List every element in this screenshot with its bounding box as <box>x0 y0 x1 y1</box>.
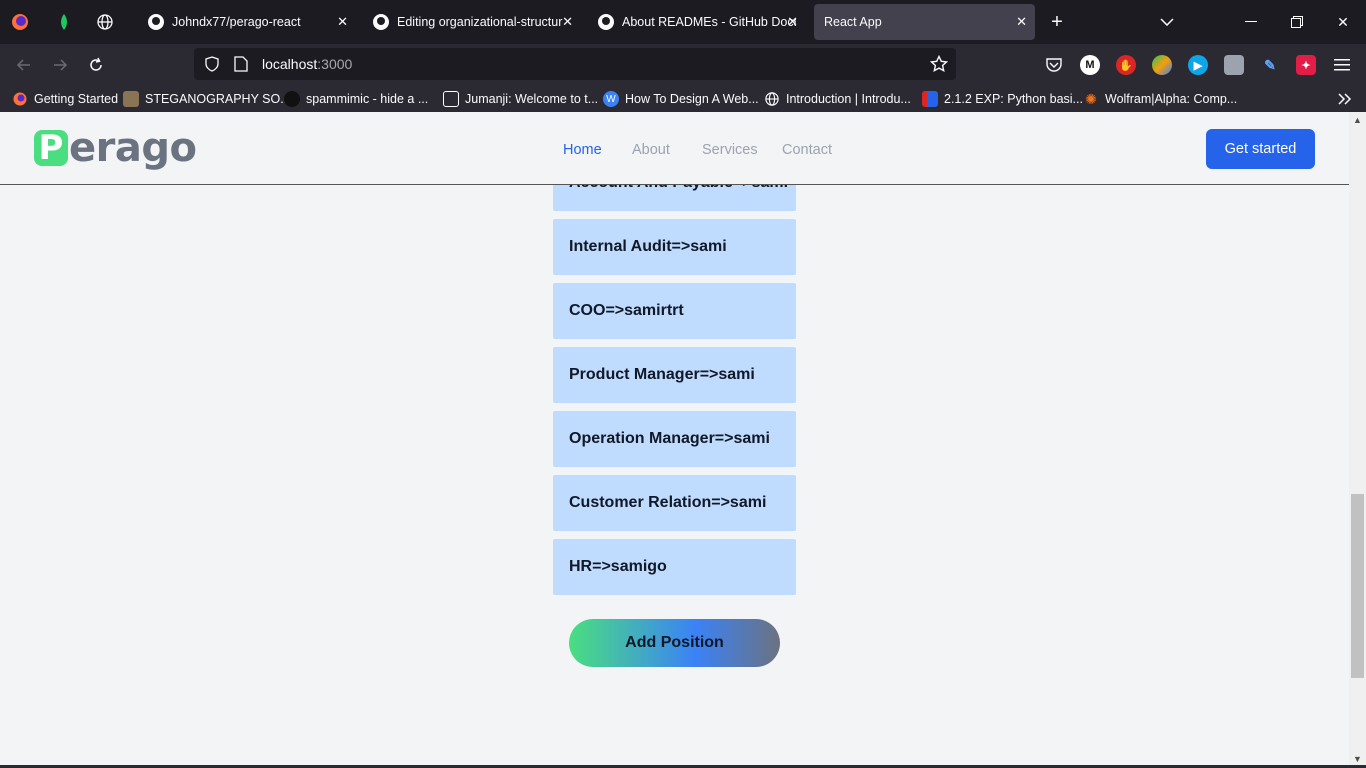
scroll-down-arrow-icon[interactable]: ▼ <box>1352 754 1363 765</box>
bookmark-label: How To Design A Web... <box>625 92 759 106</box>
photo-icon <box>123 91 139 107</box>
bookmark-item[interactable]: Introduction | Introdu... <box>764 90 911 108</box>
url-bar[interactable]: localhost:3000 <box>194 48 956 80</box>
shield-icon[interactable] <box>204 56 220 72</box>
extension-grey-icon[interactable] <box>1224 55 1244 75</box>
nav-contact[interactable]: Contact <box>782 142 832 158</box>
navigation-toolbar: localhost:3000 M ✋ ▶ ✎ ✦ <box>0 44 1366 86</box>
scrollbar-thumb[interactable] <box>1351 494 1364 678</box>
forward-arrow-icon[interactable] <box>48 53 72 77</box>
reload-icon[interactable] <box>84 53 108 77</box>
close-icon[interactable]: ✕ <box>1016 14 1027 30</box>
close-icon[interactable]: ✕ <box>562 14 573 30</box>
bookmark-label: STEGANOGRAPHY SO... <box>145 92 291 106</box>
pinned-tab-icon[interactable] <box>44 0 84 44</box>
perago-logo[interactable]: P erago <box>34 125 197 171</box>
bookmark-item[interactable]: W How To Design A Web... <box>603 90 759 108</box>
get-started-button[interactable]: Get started <box>1206 129 1315 169</box>
new-tab-button[interactable]: + <box>1034 0 1080 44</box>
close-icon[interactable]: ✕ <box>787 14 798 30</box>
back-arrow-icon[interactable] <box>12 53 36 77</box>
browser-window: Johndx77/perago-react ✕ Editing organiza… <box>0 0 1366 768</box>
bookmark-label: Wolfram|Alpha: Comp... <box>1105 92 1238 106</box>
globe-icon <box>764 91 780 107</box>
bookmark-label: Jumanji: Welcome to t... <box>465 92 599 106</box>
bookmark-item[interactable]: ✺ Wolfram|Alpha: Comp... <box>1083 90 1237 108</box>
scroll-up-arrow-icon[interactable]: ▲ <box>1352 115 1363 126</box>
bookmark-item[interactable]: 2.1.2 EXP: Python basi... <box>922 90 1083 108</box>
bookmark-label: spammimic - hide a ... <box>306 92 429 106</box>
close-window-button[interactable]: ✕ <box>1320 0 1366 44</box>
ublock-icon[interactable]: ✋ <box>1116 55 1136 75</box>
spammimic-icon <box>284 91 300 107</box>
exercise-icon <box>922 91 938 107</box>
extension-m-icon[interactable]: M <box>1080 55 1100 75</box>
tab-react-app[interactable]: React App ✕ <box>814 4 1035 40</box>
tab-editing-structure[interactable]: Editing organizational-structure ✕ <box>363 4 581 40</box>
bookmark-star-icon[interactable] <box>929 54 949 78</box>
tab-label: Johndx77/perago-react <box>172 15 301 29</box>
nav-home[interactable]: Home <box>563 142 602 158</box>
list-tabs-chevron-icon[interactable] <box>1144 0 1190 44</box>
tab-strip: Johndx77/perago-react ✕ Editing organiza… <box>0 0 1366 44</box>
restore-button[interactable] <box>1274 0 1320 44</box>
more-bookmarks-chevron-icon[interactable] <box>1338 90 1352 108</box>
bookmark-item[interactable]: spammimic - hide a ... <box>284 90 428 108</box>
firefox-icon <box>12 91 28 107</box>
bookmark-item[interactable]: Jumanji: Welcome to t... <box>443 90 598 108</box>
bookmark-label: 2.1.2 EXP: Python basi... <box>944 92 1083 106</box>
bookmark-item[interactable]: Getting Started <box>12 90 118 108</box>
tab-label: About READMEs - GitHub Docs <box>622 15 796 29</box>
bookmark-item[interactable]: STEGANOGRAPHY SO... <box>123 90 291 108</box>
extension-play-icon[interactable]: ▶ <box>1188 55 1208 75</box>
pen-icon[interactable]: ✎ <box>1260 55 1280 75</box>
position-card[interactable]: Internal Audit=>sami <box>553 219 796 275</box>
url-text: localhost:3000 <box>262 56 353 72</box>
bookmarks-toolbar: Getting Started STEGANOGRAPHY SO... spam… <box>0 86 1366 112</box>
wolfram-icon: ✺ <box>1085 90 1097 107</box>
pocket-icon[interactable] <box>1044 55 1064 75</box>
firefox-menu-icon[interactable] <box>0 0 40 44</box>
hamburger-menu-icon[interactable] <box>1332 55 1352 75</box>
close-icon[interactable]: ✕ <box>337 14 348 30</box>
bookmark-label: Introduction | Introdu... <box>786 92 911 106</box>
site-header: P erago Home About Services Contact Get … <box>0 112 1349 185</box>
github-icon <box>148 14 164 30</box>
tab-about-readmes[interactable]: About READMEs - GitHub Docs ✕ <box>588 4 806 40</box>
logo-mark: P <box>34 130 68 166</box>
nav-about[interactable]: About <box>632 142 670 158</box>
logo-text: erago <box>69 125 197 171</box>
color-extension-icon[interactable] <box>1152 55 1172 75</box>
position-card[interactable]: Product Manager=>sami <box>553 347 796 403</box>
extension-red-icon[interactable]: ✦ <box>1296 55 1316 75</box>
bookmark-label: Getting Started <box>34 92 119 106</box>
page-viewport: Account And Payable=>sami Internal Audit… <box>0 112 1349 768</box>
monitor-icon <box>443 91 459 107</box>
minimize-button[interactable] <box>1228 0 1274 44</box>
tab-label: Editing organizational-structure <box>397 15 563 29</box>
position-card[interactable]: Operation Manager=>sami <box>553 411 796 467</box>
nav-services[interactable]: Services <box>702 142 758 158</box>
wordpress-icon: W <box>603 91 619 107</box>
position-card[interactable]: HR=>samigo <box>553 539 796 595</box>
position-card[interactable]: COO=>samirtrt <box>553 283 796 339</box>
tab-label: React App <box>824 15 882 29</box>
page-scrollbar[interactable]: ▲ ▼ <box>1349 112 1366 768</box>
globe-tab-icon[interactable] <box>85 0 125 44</box>
github-icon <box>598 14 614 30</box>
add-position-button[interactable]: Add Position <box>569 619 780 667</box>
github-icon <box>373 14 389 30</box>
page-icon[interactable] <box>234 56 250 72</box>
position-card[interactable]: Customer Relation=>sami <box>553 475 796 531</box>
tab-perago-react[interactable]: Johndx77/perago-react ✕ <box>138 4 356 40</box>
